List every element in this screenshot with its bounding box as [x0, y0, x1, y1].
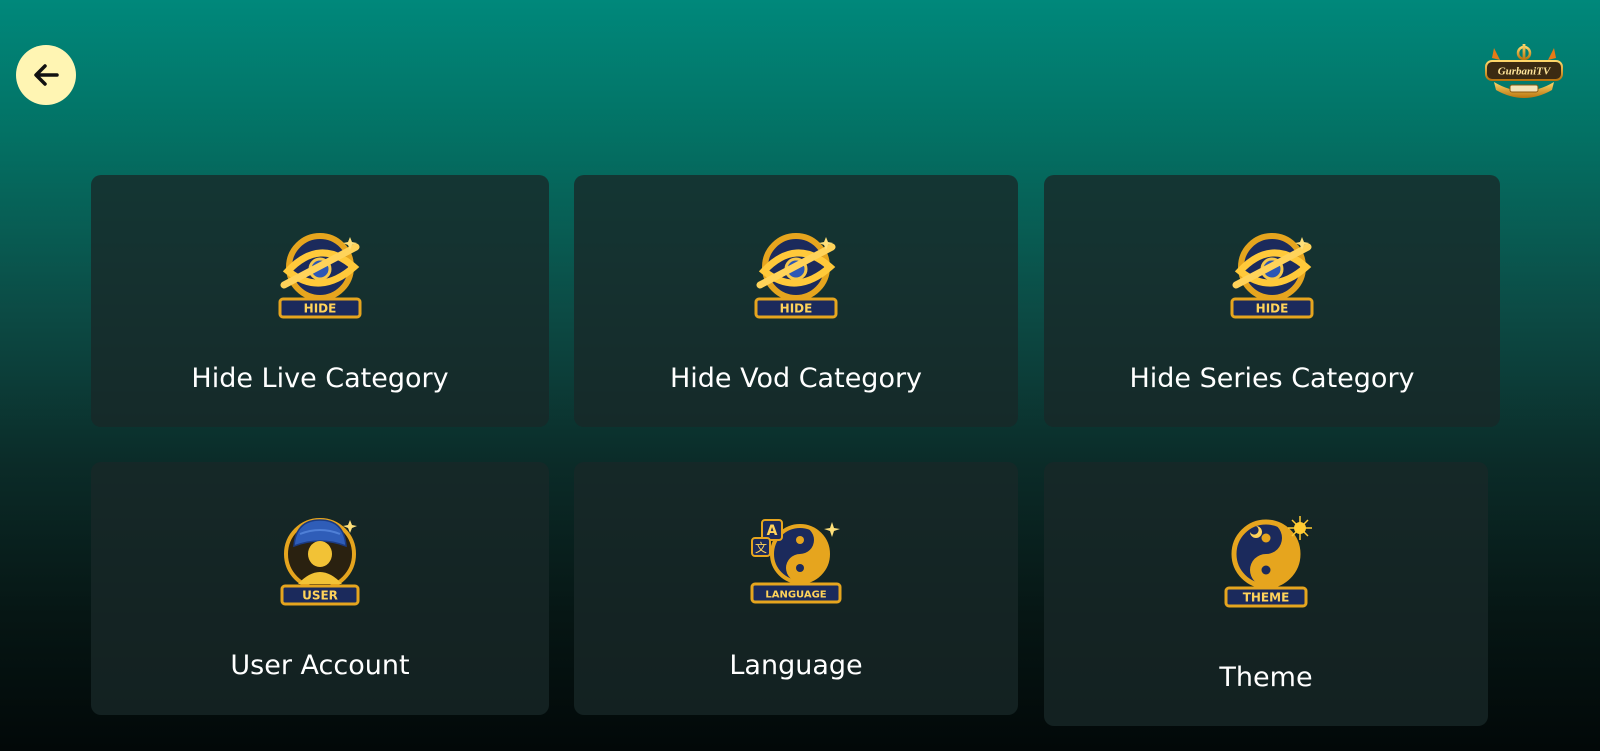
hide-icon: HIDE — [1230, 233, 1314, 319]
card-label: User Account — [230, 650, 410, 681]
svg-text:A: A — [767, 523, 778, 539]
logo-text: GurbaniTV — [1498, 66, 1552, 78]
svg-text:USER: USER — [302, 589, 338, 603]
user-icon: USER — [280, 518, 360, 606]
card-hide-series-category[interactable]: HIDE Hide Series Category — [1044, 175, 1500, 427]
svg-text:LANGUAGE: LANGUAGE — [765, 590, 826, 601]
svg-text:HIDE: HIDE — [780, 302, 813, 316]
card-label: Hide Series Category — [1129, 363, 1415, 394]
language-icon: A 文 LANGUAGE — [750, 519, 842, 604]
card-hide-vod-category[interactable]: HIDE Hide Vod Category — [574, 175, 1018, 427]
card-hide-live-category[interactable]: HIDE Hide Live Category — [91, 175, 549, 427]
svg-text:THEME: THEME — [1243, 591, 1290, 605]
card-label: Theme — [1219, 662, 1313, 693]
card-label: Language — [729, 650, 863, 681]
hide-icon: HIDE — [754, 233, 838, 319]
back-button[interactable] — [16, 45, 76, 105]
card-language[interactable]: A 文 LANGUAGE Language — [574, 462, 1018, 715]
theme-icon: THEME — [1224, 516, 1312, 608]
svg-text:文: 文 — [755, 540, 767, 555]
card-label: Hide Live Category — [191, 363, 449, 394]
svg-text:HIDE: HIDE — [1256, 302, 1289, 316]
hide-icon: HIDE — [278, 233, 362, 319]
svg-text:HIDE: HIDE — [304, 302, 337, 316]
card-theme[interactable]: THEME Theme — [1044, 462, 1488, 726]
gurbanitv-logo: GurbaniTV — [1485, 44, 1563, 98]
card-user-account[interactable]: USER User Account — [91, 462, 549, 715]
card-label: Hide Vod Category — [669, 363, 923, 394]
arrow-left-icon — [34, 64, 59, 86]
